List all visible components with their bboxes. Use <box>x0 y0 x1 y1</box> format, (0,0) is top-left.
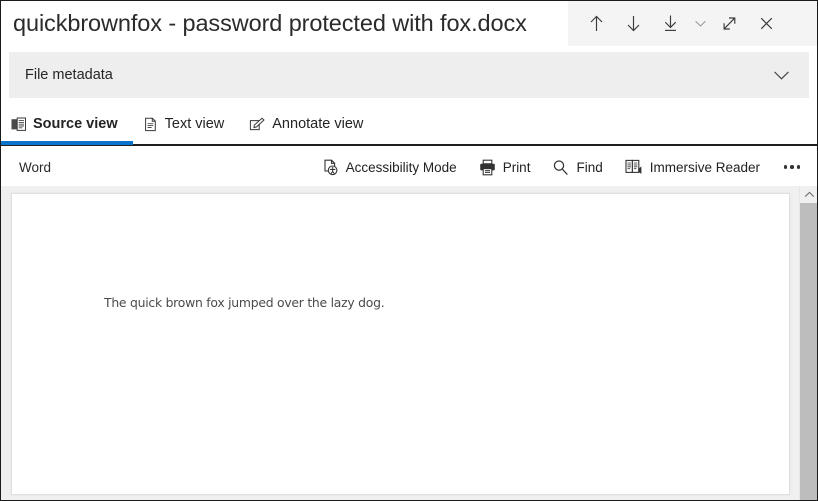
find-label: Find <box>576 159 603 175</box>
document-body-text: The quick brown fox jumped over the lazy… <box>104 295 385 310</box>
print-button[interactable]: Print <box>468 152 542 182</box>
more-options-button[interactable] <box>777 152 807 182</box>
tab-text-view[interactable]: Text view <box>133 104 240 144</box>
document-viewport: The quick brown fox jumped over the lazy… <box>1 186 799 500</box>
close-icon <box>758 15 775 32</box>
annotate-view-icon <box>249 117 265 132</box>
immersive-reader-icon <box>625 159 643 176</box>
file-metadata-toggle[interactable]: File metadata <box>9 52 809 98</box>
document-page[interactable]: The quick brown fox jumped over the lazy… <box>11 193 790 495</box>
download-icon <box>662 14 679 33</box>
previous-item-button[interactable] <box>578 1 615 46</box>
title-bar-actions <box>568 1 817 46</box>
file-preview-window: quickbrownfox - password protected with … <box>0 0 818 501</box>
close-button[interactable] <box>748 1 785 46</box>
tab-source-view-label: Source view <box>33 116 118 132</box>
file-metadata-label: File metadata <box>25 67 113 83</box>
source-view-icon <box>11 117 26 132</box>
accessibility-mode-label: Accessibility Mode <box>345 159 457 175</box>
chevron-down-icon[interactable] <box>772 69 791 82</box>
tab-annotate-view[interactable]: Annotate view <box>239 104 378 144</box>
immersive-reader-label: Immersive Reader <box>649 159 760 175</box>
title-bar: quickbrownfox - password protected with … <box>1 1 817 46</box>
print-label: Print <box>502 159 531 175</box>
tab-source-view[interactable]: Source view <box>1 104 133 145</box>
printer-icon <box>479 159 496 176</box>
vertical-scrollbar[interactable] <box>799 186 817 500</box>
search-icon <box>552 159 569 176</box>
chevron-up-icon <box>804 186 815 204</box>
word-app-label: Word <box>19 159 52 175</box>
scroll-up-button[interactable] <box>800 186 817 204</box>
tab-annotate-view-label: Annotate view <box>272 116 364 132</box>
accessibility-mode-button[interactable]: Accessibility Mode <box>312 152 468 182</box>
text-view-icon <box>143 117 158 132</box>
arrow-up-icon <box>588 14 605 33</box>
scrollbar-thumb[interactable] <box>800 203 817 500</box>
expand-button[interactable] <box>711 1 748 46</box>
ellipsis-icon <box>783 165 801 169</box>
window-title: quickbrownfox - password protected with … <box>1 1 568 46</box>
word-toolbar: Word Accessibility Mode Print Find Immer… <box>1 148 817 186</box>
expand-diagonal-icon <box>721 15 738 32</box>
download-options-button[interactable] <box>689 1 711 46</box>
file-metadata-section: File metadata <box>1 46 817 104</box>
accessibility-mode-icon <box>323 159 339 176</box>
arrow-down-icon <box>625 14 642 33</box>
download-button[interactable] <box>652 1 689 46</box>
immersive-reader-button[interactable]: Immersive Reader <box>614 152 771 182</box>
chevron-down-icon <box>694 17 707 30</box>
next-item-button[interactable] <box>615 1 652 46</box>
view-tab-strip: Source view Text view Annotate view <box>1 104 817 146</box>
tab-text-view-label: Text view <box>164 116 225 132</box>
find-button[interactable]: Find <box>541 152 613 182</box>
